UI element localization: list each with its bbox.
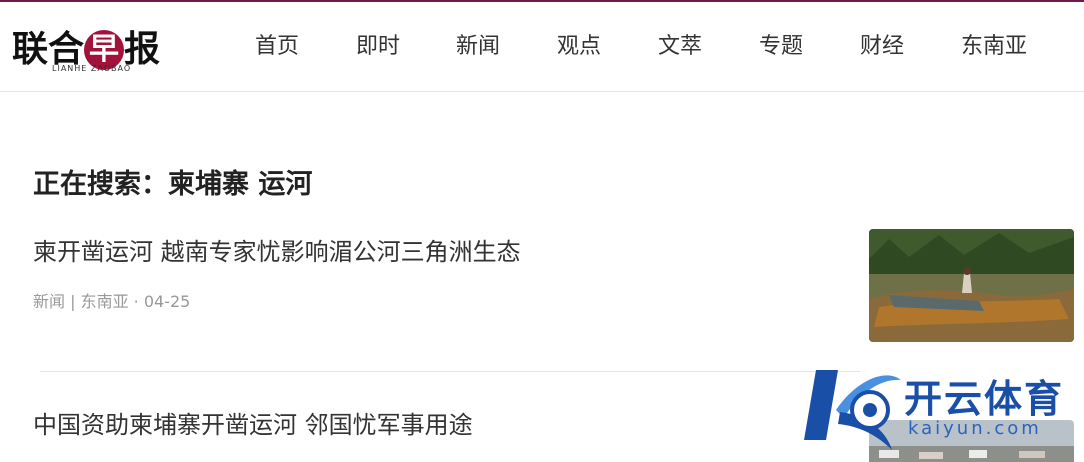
- watermark-brand: 开云体育: [904, 377, 1065, 421]
- result-thumbnail[interactable]: [869, 229, 1074, 342]
- nav-digest[interactable]: 文萃: [658, 28, 702, 60]
- result-divider: [40, 371, 860, 372]
- site-header: 联合早报 LIANHE ZAOBAO 首页 即时 新闻 观点 文萃 专题 财经 …: [0, 2, 1084, 92]
- logo-subtitle: LIANHE ZAOBAO: [52, 64, 132, 73]
- search-heading: 正在搜索：柬埔寨 运河: [33, 169, 313, 200]
- nav-finance[interactable]: 财经: [860, 28, 904, 60]
- nav-news[interactable]: 新闻: [456, 28, 500, 60]
- nav-southeast-asia[interactable]: 东南亚: [961, 28, 1027, 60]
- logo-char-1: 联: [12, 28, 49, 70]
- watermark-overlay: 开云体育 kaiyun.com: [796, 360, 1084, 462]
- nav-home[interactable]: 首页: [255, 28, 299, 60]
- watermark-url: kaiyun.com: [908, 418, 1042, 439]
- site-logo[interactable]: 联合早报 LIANHE ZAOBAO: [12, 16, 182, 76]
- nav-realtime[interactable]: 即时: [356, 28, 400, 60]
- nav-opinion[interactable]: 观点: [557, 28, 601, 60]
- result-title[interactable]: 柬开凿运河 越南专家忧影响湄公河三角洲生态: [33, 232, 521, 267]
- watermark-logo-icon: [804, 370, 901, 450]
- result-meta: 新闻 | 东南亚 · 04-25: [33, 292, 191, 311]
- result-title[interactable]: 中国资助柬埔寨开凿运河 邻国忧军事用途: [33, 405, 473, 440]
- nav-special[interactable]: 专题: [759, 28, 803, 60]
